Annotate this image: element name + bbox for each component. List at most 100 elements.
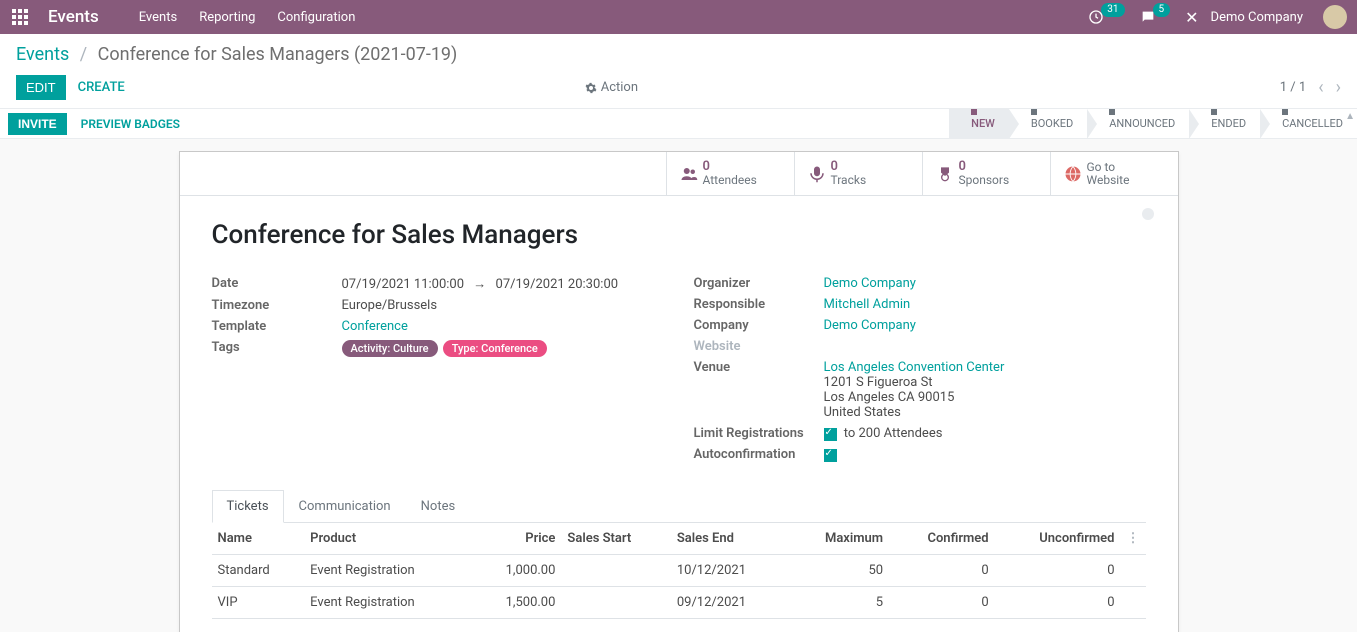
top-nav: Events Events Reporting Configuration 31… [0,0,1357,34]
action-dropdown[interactable]: Action [585,80,638,95]
value-organizer[interactable]: Demo Company [824,276,916,291]
table-row[interactable]: StandardEvent Registration1,000.0010/12/… [212,555,1146,587]
cell-end: 10/12/2021 [671,555,788,587]
edit-button[interactable]: EDIT [16,75,66,100]
sponsors-label: Sponsors [959,174,1010,187]
cell-confirmed: 0 [889,555,995,587]
value-limit: to 200 Attendees [824,426,1146,441]
status-cancelled[interactable]: CANCELLED [1260,109,1357,138]
status-ended[interactable]: ENDED [1189,109,1260,138]
label-responsible: Responsible [694,297,824,312]
cell-start [561,587,670,619]
limit-checkbox[interactable] [824,428,837,441]
tab-notes[interactable]: Notes [406,490,471,522]
value-responsible[interactable]: Mitchell Admin [824,297,911,312]
tracks-icon [803,165,831,183]
company-switcher[interactable]: Demo Company [1211,10,1303,25]
tickets-header-row: Name Product Price Sales Start Sales End… [212,523,1146,555]
cell-confirmed: 0 [889,587,995,619]
th-product[interactable]: Product [304,523,472,555]
breadcrumb-active: Conference for Sales Managers (2021-07-1… [98,44,458,65]
label-tags: Tags [212,340,342,355]
label-company: Company [694,318,824,333]
statbtn-tracks[interactable]: 0 Tracks [794,152,922,195]
cell-unconfirmed: 0 [995,555,1121,587]
tickets-table: Name Product Price Sales Start Sales End… [212,523,1146,619]
kanban-state-dot[interactable] [1142,208,1154,220]
venue-country: United States [824,405,1146,420]
th-name[interactable]: Name [212,523,305,555]
arrow-right-icon: → [473,277,486,292]
status-booked[interactable]: BOOKED [1009,109,1087,138]
value-company[interactable]: Demo Company [824,318,916,333]
statbtn-website[interactable]: Go to Website [1050,152,1178,195]
preview-badges-button[interactable]: PREVIEW BADGES [81,117,180,131]
cell-name: VIP [212,587,305,619]
value-template[interactable]: Conference [342,319,408,334]
status-bar: NEW BOOKED ANNOUNCED ENDED CANCELLED [949,109,1357,138]
table-row[interactable]: VIPEvent Registration1,500.00 09/12/20215… [212,587,1146,619]
th-confirmed[interactable]: Confirmed [889,523,995,555]
tracks-label: Tracks [831,174,867,187]
nav-left: Events Events Reporting Configuration [10,7,377,27]
content-scroll[interactable]: 0 Attendees 0 Tracks 0 Spons [0,139,1357,632]
statbtn-attendees[interactable]: 0 Attendees [666,152,794,195]
status-new[interactable]: NEW [949,109,1009,138]
menu-events[interactable]: Events [139,10,177,25]
label-autoconfirm: Autoconfirmation [694,447,824,462]
action-label: Action [601,80,638,95]
tag-activity[interactable]: Activity: Culture [342,340,438,357]
user-avatar[interactable] [1323,5,1347,29]
activity-count-badge: 31 [1101,3,1124,17]
control-panel: Events / Conference for Sales Managers (… [0,34,1357,109]
menu-configuration[interactable]: Configuration [277,10,355,25]
label-venue: Venue [694,360,824,375]
gear-icon [585,82,597,94]
status-announced[interactable]: ANNOUNCED [1087,109,1189,138]
notebook-tabs: Tickets Communication Notes [212,490,1146,523]
value-tags: Activity: Culture Type: Conference [342,340,664,357]
cell-price: 1,500.00 [472,587,561,619]
cell-product: Event Registration [304,587,472,619]
activity-icon[interactable]: 31 [1088,9,1127,25]
label-limit: Limit Registrations [694,426,824,441]
pager-prev-icon[interactable]: ‹ [1318,77,1323,98]
tab-tickets[interactable]: Tickets [212,490,284,523]
close-tray-icon[interactable]: ✕ [1185,8,1198,27]
pager-counter[interactable]: 1 / 1 [1280,80,1306,95]
th-sales-end[interactable]: Sales End [671,523,788,555]
label-template: Template [212,319,342,334]
th-sales-start[interactable]: Sales Start [561,523,670,555]
autoconfirm-checkbox[interactable] [824,449,837,462]
invite-button[interactable]: INVITE [8,113,67,135]
pager: 1 / 1 ‹ › [1280,77,1341,98]
label-date: Date [212,276,342,291]
th-price[interactable]: Price [472,523,561,555]
limit-text: to 200 Attendees [844,426,943,441]
venue-name[interactable]: Los Angeles Convention Center [824,360,1005,375]
th-maximum[interactable]: Maximum [788,523,889,555]
date-start: 07/19/2021 11:00:00 [342,277,465,292]
statbtn-sponsors[interactable]: 0 Sponsors [922,152,1050,195]
globe-icon [1059,165,1087,183]
value-venue: Los Angeles Convention Center 1201 S Fig… [824,360,1146,420]
attendees-value: 0 [703,160,757,174]
breadcrumb-root[interactable]: Events [16,44,69,65]
cell-max: 5 [788,587,889,619]
th-unconfirmed[interactable]: Unconfirmed [995,523,1121,555]
brand-title[interactable]: Events [48,7,99,27]
messages-icon[interactable]: 5 [1140,9,1174,25]
tag-type[interactable]: Type: Conference [443,340,547,357]
cell-end: 09/12/2021 [671,587,788,619]
attendees-label: Attendees [703,174,757,187]
pager-next-icon[interactable]: › [1336,77,1341,98]
apps-icon[interactable] [10,7,30,27]
tab-communication[interactable]: Communication [284,490,406,522]
create-button[interactable]: CREATE [78,80,125,95]
table-options-icon[interactable]: ⋮ [1127,531,1140,546]
value-date: 07/19/2021 11:00:00 → 07/19/2021 20:30:0… [342,276,664,292]
breadcrumb: Events / Conference for Sales Managers (… [16,44,1341,65]
venue-city: Los Angeles CA 90015 [824,390,1146,405]
menu-reporting[interactable]: Reporting [199,10,255,25]
scroll-up-icon[interactable]: ▲ [1345,111,1355,122]
